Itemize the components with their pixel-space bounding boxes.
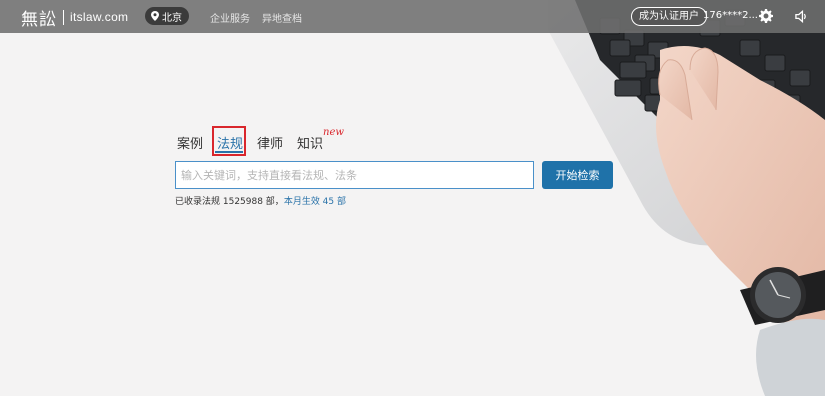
background-laptop-image (0, 0, 825, 396)
search-input[interactable] (175, 161, 534, 189)
gear-icon[interactable] (759, 9, 773, 23)
logo-domain-text: itslaw.com (70, 10, 129, 24)
site-logo[interactable]: 無訟 itslaw.com (21, 6, 129, 30)
city-label: 北京 (162, 12, 182, 24)
new-badge: new (323, 127, 344, 138)
active-tab-highlight-box (212, 126, 246, 156)
regulation-stats: 已收录法规 1525988 部，本月生效 45 部 (175, 194, 346, 207)
nav-enterprise-services[interactable]: 企业服务 (210, 10, 250, 25)
stats-total-text: 已收录法规 1525988 部， (175, 197, 284, 207)
logo-divider (63, 9, 64, 25)
location-pin-icon (151, 11, 159, 21)
tab-lawyers[interactable]: 律师 (257, 133, 283, 152)
tab-cases[interactable]: 案例 (177, 133, 203, 152)
tab-knowledge[interactable]: 知识 (297, 133, 323, 152)
city-selector[interactable]: 北京 (145, 7, 189, 25)
speaker-icon[interactable] (795, 10, 808, 23)
logo-chinese-text: 無訟 (21, 9, 57, 30)
become-verified-user-button[interactable]: 成为认证用户 (631, 7, 707, 26)
top-navigation-bar: 無訟 itslaw.com 北京 企业服务 异地查档 成为认证用户 176***… (0, 0, 825, 33)
user-phone-account[interactable]: 176****2... (703, 10, 758, 21)
start-search-button[interactable]: 开始检索 (542, 161, 613, 189)
stats-effective-this-month-link[interactable]: 本月生效 45 部 (284, 197, 346, 207)
nav-remote-file-inquiry[interactable]: 异地查档 (262, 10, 302, 25)
